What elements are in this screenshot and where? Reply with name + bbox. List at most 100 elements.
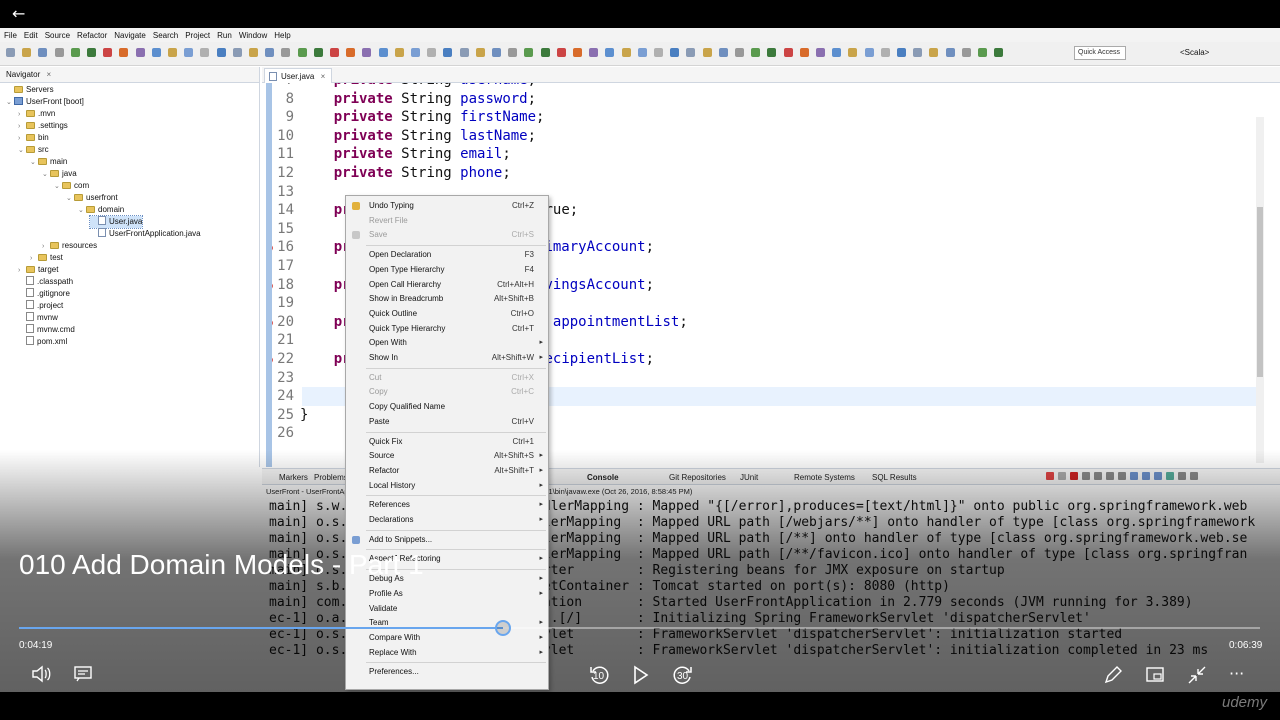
menu-item-open-declaration[interactable]: Open Declaration F3 xyxy=(346,248,548,262)
toolbar-icon[interactable] xyxy=(346,48,356,57)
seek-bar-thumb[interactable] xyxy=(494,620,511,636)
menu-edit[interactable]: Edit xyxy=(20,28,41,40)
toolbar-icon[interactable] xyxy=(556,48,566,57)
toolbar-icon[interactable] xyxy=(718,48,728,57)
toolbar-icon[interactable] xyxy=(119,48,129,57)
expanded-chevron-icon[interactable]: ⌄ xyxy=(42,169,50,181)
toolbar-icon[interactable] xyxy=(913,48,923,57)
tree-item[interactable]: User.java xyxy=(88,215,144,229)
expanded-chevron-icon[interactable]: ⌄ xyxy=(18,145,26,157)
tree-item[interactable]: .gitignore xyxy=(18,288,70,300)
menu-item-references[interactable]: References ▸ xyxy=(346,498,548,512)
tree-item[interactable]: ⌄ UserFront [boot] xyxy=(6,96,84,108)
menu-item-quick-type-hierarchy[interactable]: Quick Type Hierarchy Ctrl+T xyxy=(346,322,548,336)
menu-help[interactable]: Help xyxy=(270,28,293,40)
toolbar-icon[interactable] xyxy=(573,48,582,57)
menu-item-compare-with[interactable]: Compare With ▸ xyxy=(346,631,548,645)
tree-item[interactable]: ⌄ main xyxy=(30,156,67,168)
toolbar-icon[interactable] xyxy=(378,48,388,57)
menu-item-open-type-hierarchy[interactable]: Open Type Hierarchy F4 xyxy=(346,263,548,277)
tree-item[interactable]: › bin xyxy=(18,132,49,144)
toolbar-icon[interactable] xyxy=(87,48,96,57)
menu-item-open-with[interactable]: Open With ▸ xyxy=(346,336,548,350)
toolbar-icon[interactable] xyxy=(38,48,48,57)
expanded-chevron-icon[interactable]: ⌄ xyxy=(78,205,86,217)
console-tool-icon[interactable] xyxy=(1190,472,1198,480)
expanded-chevron-icon[interactable]: ⌄ xyxy=(6,97,14,109)
tree-item[interactable]: mvnw.cmd xyxy=(18,324,75,336)
toolbar-icon[interactable] xyxy=(621,48,631,57)
forward-button[interactable]: 30 xyxy=(672,664,694,686)
menu-item-paste[interactable]: Paste Ctrl+V xyxy=(346,415,548,429)
toolbar-icon[interactable] xyxy=(70,48,80,57)
tree-item[interactable]: UserFrontApplication.java xyxy=(90,228,201,240)
console-tab-junit[interactable]: JUnit xyxy=(740,473,758,482)
menu-file[interactable]: File xyxy=(0,28,20,40)
menu-item-copy-qualified-name[interactable]: Copy Qualified Name xyxy=(346,400,548,414)
toolbar-icon[interactable] xyxy=(362,48,372,57)
expanded-chevron-icon[interactable]: ⌄ xyxy=(66,193,74,205)
toolbar-icon[interactable] xyxy=(54,48,64,57)
toolbar-icon[interactable] xyxy=(427,48,437,57)
console-tool-icon[interactable] xyxy=(1166,472,1174,480)
menu-item-validate[interactable]: Validate xyxy=(346,602,548,616)
editor-scrollbar-thumb[interactable] xyxy=(1257,207,1263,377)
menu-item-source[interactable]: Source Alt+Shift+S ▸ xyxy=(346,449,548,463)
tree-item[interactable]: › .mvn xyxy=(18,108,55,120)
close-icon[interactable]: × xyxy=(46,70,51,79)
expanded-chevron-icon[interactable]: ⌄ xyxy=(54,181,62,193)
console-tab-console[interactable]: Console xyxy=(587,473,619,482)
more-options-icon[interactable]: ··· xyxy=(1229,664,1244,683)
console-tab-problems[interactable]: Problems xyxy=(314,473,348,482)
play-icon[interactable] xyxy=(632,665,650,685)
toolbar-icon[interactable] xyxy=(686,48,696,57)
menu-item-refactor[interactable]: Refactor Alt+Shift+T ▸ xyxy=(346,464,548,478)
menu-item-undo-typing[interactable]: Undo Typing Ctrl+Z xyxy=(346,199,548,213)
menu-item-profile-as[interactable]: Profile As ▸ xyxy=(346,587,548,601)
toolbar-icon[interactable] xyxy=(848,48,858,57)
menu-item-declarations[interactable]: Declarations ▸ xyxy=(346,513,548,527)
menu-search[interactable]: Search xyxy=(149,28,181,40)
console-tool-icon[interactable] xyxy=(1094,472,1102,480)
toolbar-icon[interactable] xyxy=(945,48,955,57)
toolbar-icon[interactable] xyxy=(540,48,550,57)
toolbar-icon[interactable] xyxy=(297,48,307,57)
toolbar-icon[interactable] xyxy=(524,48,534,57)
console-tool-icon[interactable] xyxy=(1118,472,1126,480)
editor-scrollbar[interactable] xyxy=(1256,117,1264,463)
menu-item-local-history[interactable]: Local History ▸ xyxy=(346,479,548,493)
menu-project[interactable]: Project xyxy=(181,28,213,40)
navigator-tab[interactable]: Navigator × xyxy=(0,67,259,83)
tree-item[interactable]: pom.xml xyxy=(18,336,67,348)
console-tab-markers[interactable]: Markers xyxy=(279,473,308,482)
toolbar-icon[interactable] xyxy=(637,48,647,57)
console-tool-icon[interactable] xyxy=(1046,472,1054,480)
toolbar-icon[interactable] xyxy=(459,48,469,57)
toolbar-icon[interactable] xyxy=(799,48,809,57)
menu-window[interactable]: Window xyxy=(235,28,270,40)
tree-item[interactable]: mvnw xyxy=(18,312,58,324)
toolbar-icon[interactable] xyxy=(281,48,291,57)
toolbar-icon[interactable] xyxy=(475,48,485,57)
seek-bar[interactable] xyxy=(19,620,1260,636)
toolbar-icon[interactable] xyxy=(735,48,744,57)
menu-navigate[interactable]: Navigate xyxy=(110,28,149,40)
toolbar-icon[interactable] xyxy=(265,48,275,57)
menu-item-quick-fix[interactable]: Quick Fix Ctrl+1 xyxy=(346,435,548,449)
tree-item[interactable]: › test xyxy=(30,252,63,264)
menu-item-add-to-snippets[interactable]: Add to Snippets... xyxy=(346,533,548,547)
toolbar-icon[interactable] xyxy=(330,48,339,57)
tree-item[interactable]: ⌄ domain xyxy=(78,204,124,216)
toolbar-icon[interactable] xyxy=(670,48,680,57)
tree-item[interactable]: ⌄ com xyxy=(54,180,89,192)
toolbar-icon[interactable] xyxy=(443,48,453,57)
toolbar-icon[interactable] xyxy=(783,48,793,57)
console-tab-remote-systems[interactable]: Remote Systems xyxy=(794,473,855,482)
console-tab-sql-results[interactable]: SQL Results xyxy=(872,473,917,482)
toolbar-icon[interactable] xyxy=(994,48,1004,57)
toolbar-icon[interactable] xyxy=(411,48,420,57)
console-tool-icon[interactable] xyxy=(1058,472,1066,480)
toolbar-icon[interactable] xyxy=(168,48,177,57)
menu-item-show-in-breadcrumb[interactable]: Show in Breadcrumb Alt+Shift+B xyxy=(346,292,548,306)
tree-item[interactable]: ⌄ java xyxy=(42,168,77,180)
